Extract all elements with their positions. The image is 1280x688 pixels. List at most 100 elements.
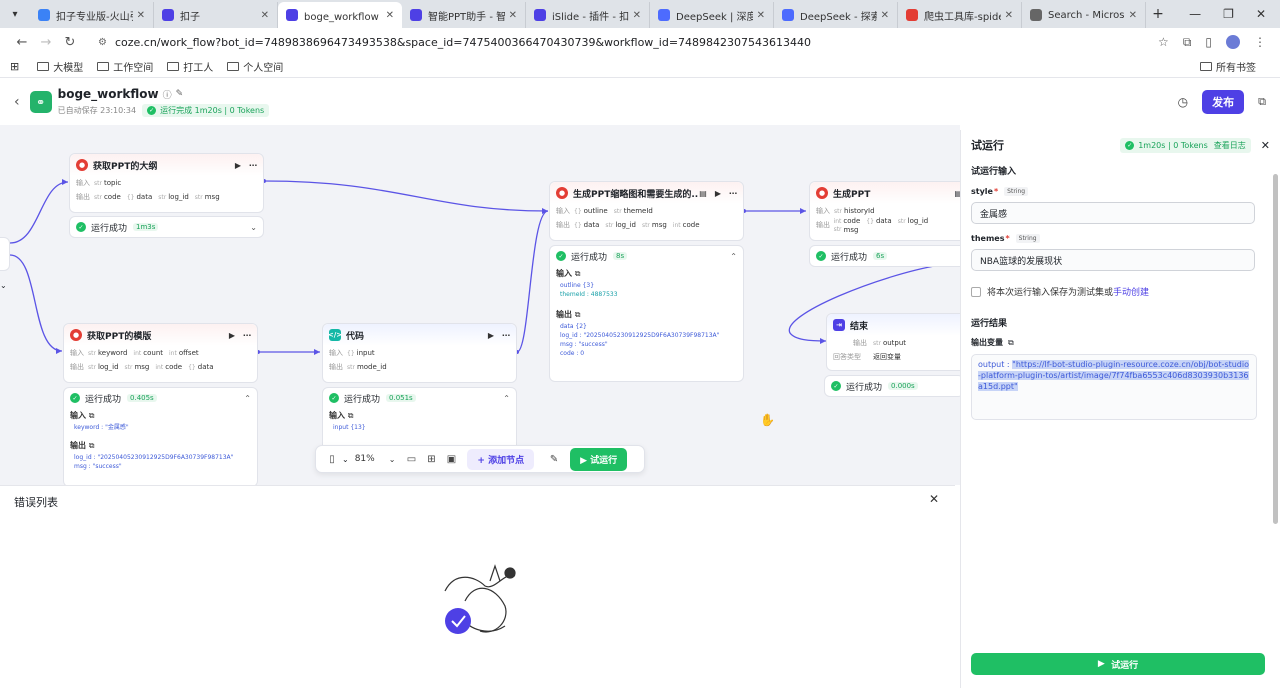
zoom-select[interactable]: 81% ⌄ — [355, 454, 396, 464]
layout-icon[interactable]: ⊞ — [421, 454, 441, 465]
play-icon[interactable]: ▶ — [715, 189, 721, 198]
chevron-up-icon[interactable]: ⌃ — [244, 394, 251, 403]
close-window-icon[interactable]: ✕ — [1256, 7, 1266, 21]
browser-tab-4[interactable]: iSlide - 插件 - 扣子 ✕ — [526, 2, 650, 28]
add-node-button[interactable]: + 添加节点 — [467, 448, 535, 470]
back-arrow-icon[interactable]: ← — [10, 35, 34, 50]
port-chip: int code — [673, 221, 700, 229]
comment-icon[interactable]: ▭ — [401, 454, 421, 465]
info-icon[interactable]: ⓘ — [163, 88, 172, 101]
minimize-icon[interactable]: — — [1189, 7, 1201, 21]
copy-icon[interactable]: ⧉ — [1008, 338, 1014, 348]
node-get-template[interactable]: ● 获取PPT的模版 ▶ ⋯ 输入 str keyword int count int off… — [63, 323, 258, 383]
port-chip: str msg — [125, 363, 150, 371]
more-icon[interactable]: ⋯ — [249, 161, 257, 170]
output-url[interactable]: "https://lf-bot-studio-plugin-resource.c… — [978, 360, 1249, 391]
workflow-canvas[interactable]: ⌄ ● 获取PPT的大纲 ▶ ⋯ 输入 str topic 输出 str code{} da… — [0, 125, 960, 485]
start-node-stub[interactable] — [0, 237, 10, 271]
browser-tab-0[interactable]: 扣子专业版-火山引擎 ✕ — [30, 2, 154, 28]
style-input[interactable]: 金属感 — [971, 202, 1255, 224]
run-result-outline[interactable]: ✓ 运行成功 1m3s ⌄ — [69, 216, 264, 238]
play-icon[interactable]: ▶ — [229, 331, 235, 340]
close-tab-icon[interactable]: ✕ — [757, 10, 765, 21]
close-icon[interactable]: ✕ — [929, 492, 939, 506]
run-result-gen-ppt[interactable]: ✓ 运行成功 6s — [809, 245, 960, 267]
back-chevron-icon[interactable]: ‹ — [14, 94, 20, 110]
browser-tab-8[interactable]: Search - Microsoft ✕ — [1022, 2, 1146, 28]
play-icon[interactable]: ▶ — [235, 161, 241, 170]
publish-button[interactable]: 发布 — [1202, 90, 1245, 114]
panel-test-run-button[interactable]: ▶ 试运行 — [971, 653, 1265, 675]
mouse-mode-icon[interactable]: ▯ — [322, 454, 342, 465]
sidebar-icon[interactable]: ▯ — [1205, 35, 1212, 49]
browser-tab-5[interactable]: DeepSeek | 深度求索 ✕ — [650, 2, 774, 28]
copy-icon[interactable]: ⧉ — [348, 411, 354, 420]
menu-icon[interactable]: ⋮ — [1254, 35, 1266, 49]
copy-icon[interactable]: ⧉ — [89, 411, 95, 420]
copy-icon[interactable]: ⧉ — [575, 310, 581, 319]
reload-icon[interactable]: ↻ — [58, 35, 82, 50]
node-gen-ppt[interactable]: ● 生成PPT ▤ 输入 str historyId 输出 int code{} data… — [809, 181, 960, 241]
node-code[interactable]: </> 代码 ▶ ⋯ 输入{} input 输出 str mode_id — [322, 323, 517, 383]
copy-icon[interactable]: ⧉ — [1258, 95, 1266, 109]
bookmark-folder-3[interactable]: 个人空间 — [227, 59, 283, 74]
forward-arrow-icon[interactable]: → — [34, 35, 58, 50]
bookmark-folder-2[interactable]: 打工人 — [167, 59, 213, 74]
extensions-icon[interactable]: ⧉ — [1183, 35, 1192, 50]
view-log-link[interactable]: 查看日志 — [1214, 140, 1246, 151]
profile-avatar[interactable] — [1226, 35, 1240, 49]
browser-tab-2[interactable]: boge_workflow - 工 ✕ — [278, 2, 402, 28]
history-icon[interactable]: ◷ — [1178, 95, 1188, 109]
more-icon[interactable]: ⋯ — [243, 331, 251, 340]
test-run-button[interactable]: ▶ 试运行 — [570, 447, 628, 471]
minimap-icon[interactable]: ▣ — [441, 454, 461, 465]
chevron-down-icon[interactable]: ⌄ — [250, 223, 257, 232]
all-bookmarks[interactable]: 所有书签 — [1200, 59, 1256, 74]
wrench-icon[interactable]: ✎ — [544, 454, 564, 465]
save-testset-checkbox[interactable] — [971, 286, 981, 297]
chevron-up-icon[interactable]: ⌃ — [730, 252, 737, 261]
browser-tab-7[interactable]: 爬虫工具库-spidert ✕ — [898, 2, 1022, 28]
copy-icon[interactable]: ⧉ — [89, 441, 95, 450]
close-tab-icon[interactable]: ✕ — [509, 10, 517, 21]
close-tab-icon[interactable]: ✕ — [633, 10, 641, 21]
close-tab-icon[interactable]: ✕ — [386, 10, 394, 21]
browser-tab-6[interactable]: DeepSeek - 探索未至 ✕ — [774, 2, 898, 28]
close-tab-icon[interactable]: ✕ — [261, 10, 269, 21]
close-icon[interactable]: ✕ — [1261, 139, 1270, 152]
url-field[interactable]: ⚙ coze.cn/work_flow?bot_id=7489838696473… — [90, 31, 1158, 53]
close-tab-icon[interactable]: ✕ — [137, 10, 145, 21]
restore-icon[interactable]: ❐ — [1223, 7, 1234, 21]
new-tab-button[interactable]: + — [1146, 6, 1170, 22]
bookmark-folder-0[interactable]: 大模型 — [37, 59, 83, 74]
bookmark-folder-1[interactable]: 工作空间 — [97, 59, 153, 74]
tab-list-button[interactable]: ▾ — [0, 9, 30, 20]
node-end[interactable]: ⇥ 结束 输出 str output 回答类型 返回变量 — [826, 313, 960, 371]
run-result-thumbnail[interactable]: ✓ 运行成功 8s ⌃ 输入 ⧉ outline {3} themeId : 4887… — [549, 245, 744, 382]
close-tab-icon[interactable]: ✕ — [1005, 10, 1013, 21]
close-tab-icon[interactable]: ✕ — [1129, 10, 1137, 21]
close-tab-icon[interactable]: ✕ — [881, 10, 889, 21]
play-icon[interactable]: ▶ — [488, 331, 494, 340]
output-result-box[interactable]: output : "https://lf-bot-studio-plugin-r… — [971, 354, 1257, 420]
chevron-down-icon[interactable]: ⌄ — [0, 281, 7, 290]
run-result-end[interactable]: ✓ 运行成功 0.000s — [824, 375, 960, 397]
node-get-outline[interactable]: ● 获取PPT的大纲 ▶ ⋯ 输入 str topic 输出 str code{} data… — [69, 153, 264, 213]
copy-icon[interactable]: ⧉ — [575, 269, 581, 278]
browser-tab-3[interactable]: 智能PPT助手 - 智能 ✕ — [402, 2, 526, 28]
star-icon[interactable]: ☆ — [1158, 35, 1169, 49]
more-icon[interactable]: ⋯ — [502, 331, 510, 340]
chevron-up-icon[interactable]: ⌃ — [503, 394, 510, 403]
browser-tab-1[interactable]: 扣子 ✕ — [154, 2, 278, 28]
site-info-icon[interactable]: ⚙ — [98, 37, 107, 48]
edit-icon[interactable]: ✎ — [176, 89, 184, 99]
run-result-template[interactable]: ✓ 运行成功 0.405s ⌃ 输入 ⧉ keyword : "金属感" 输出 ⧉ l… — [63, 387, 258, 485]
themes-input[interactable]: NBA篮球的发展现状 — [971, 249, 1255, 271]
panel-scrollbar[interactable] — [1273, 174, 1278, 524]
manual-create-link[interactable]: 手动创建 — [1113, 285, 1149, 298]
chevron-down-icon[interactable]: ⌄ — [342, 455, 349, 464]
port-name: data — [583, 221, 600, 230]
apps-grid-icon[interactable]: ⊞ — [10, 60, 19, 73]
more-icon[interactable]: ⋯ — [729, 189, 737, 198]
node-gen-thumbnail[interactable]: ● 生成PPT缩略图和需要生成的... ▤ ▶ ⋯ 输入{} outline str th… — [549, 181, 744, 241]
